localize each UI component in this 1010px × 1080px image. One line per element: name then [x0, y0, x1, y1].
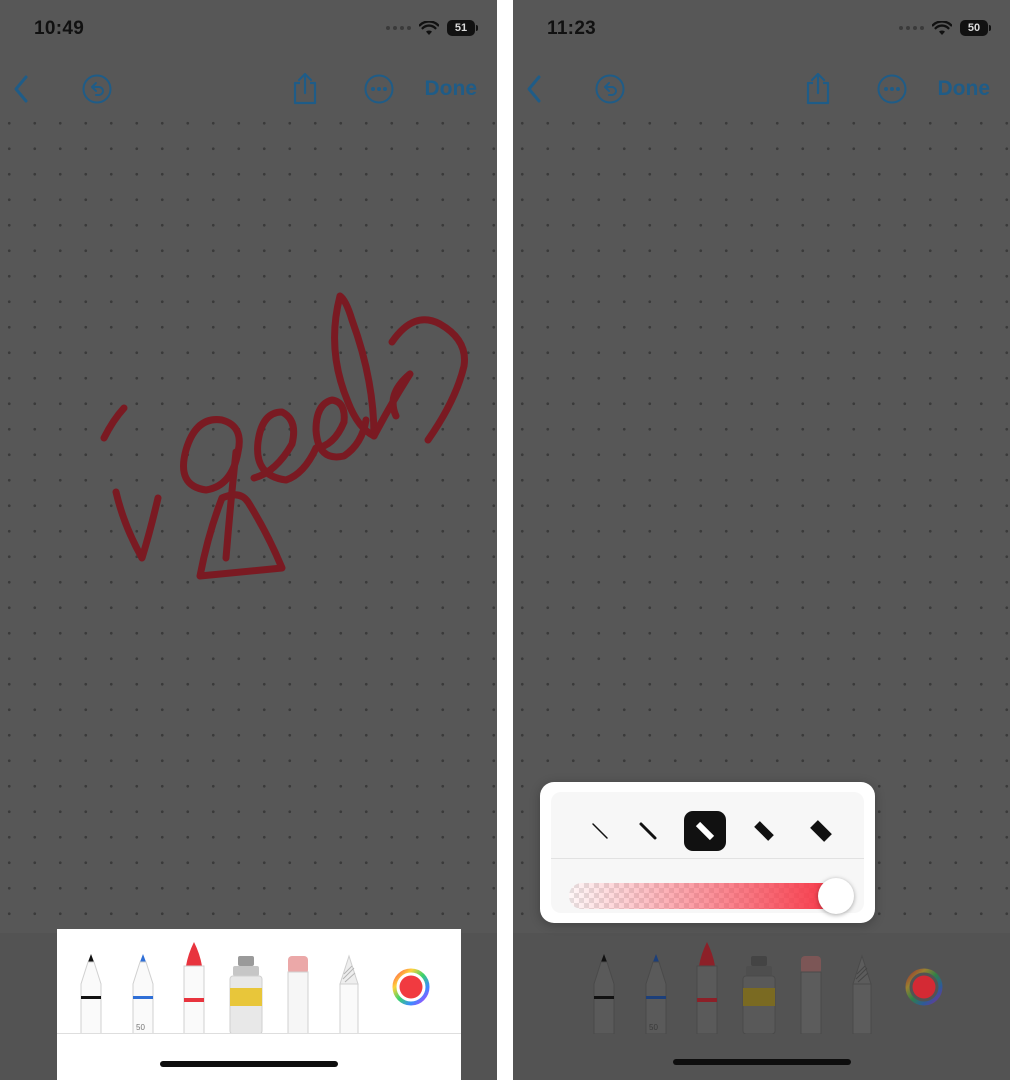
crayon-tool[interactable] [181, 940, 207, 1034]
eraser-tool[interactable] [285, 954, 311, 1034]
pen-tool[interactable] [592, 952, 616, 1034]
color-picker-button[interactable] [392, 968, 430, 1006]
popover-divider [551, 858, 864, 859]
watercolor-tool[interactable] [228, 954, 264, 1034]
opacity-slider-thumb[interactable] [818, 878, 854, 914]
eraser-tool[interactable] [798, 954, 824, 1034]
share-icon[interactable] [803, 72, 833, 106]
popover-panel [551, 792, 864, 914]
home-indicator [673, 1059, 851, 1065]
home-indicator [160, 1061, 338, 1067]
marker-width-label: 50 [649, 1023, 658, 1032]
watercolor-tool[interactable] [741, 954, 777, 1034]
picker-divider [57, 1033, 461, 1034]
opacity-slider-track[interactable] [569, 883, 841, 909]
pencil-tool[interactable] [850, 954, 874, 1034]
back-chevron-icon[interactable] [523, 72, 545, 106]
marker-width-label: 50 [136, 1023, 145, 1032]
width-option-5[interactable] [800, 811, 842, 851]
width-option-1[interactable] [579, 811, 621, 851]
wifi-icon [932, 20, 952, 35]
status-time: 11:23 [547, 18, 597, 39]
more-options-icon[interactable] [876, 73, 908, 105]
done-button[interactable]: Done [938, 77, 991, 101]
color-picker-button[interactable] [905, 968, 943, 1006]
width-option-2[interactable] [627, 811, 669, 851]
crayon-tool[interactable] [694, 940, 720, 1034]
stroke-width-popover [540, 782, 875, 923]
battery-indicator: 50 [960, 20, 991, 36]
width-option-3-selected[interactable] [684, 811, 726, 851]
marker-tool[interactable] [131, 952, 155, 1034]
cellular-signal-icon [899, 26, 924, 30]
pencil-tool[interactable] [337, 954, 361, 1034]
handwritten-drawing[interactable] [0, 0, 497, 933]
tool-picker-dimmed: 50 [570, 929, 974, 1080]
status-indicators: 50 [899, 20, 991, 36]
width-option-4[interactable] [743, 811, 785, 851]
pen-tool[interactable] [79, 952, 103, 1034]
left-screen: 10:49 51 Done 50 [0, 0, 497, 1080]
undo-icon[interactable] [594, 73, 626, 105]
marker-tool[interactable] [644, 952, 668, 1034]
tool-picker: 50 [57, 929, 461, 1080]
